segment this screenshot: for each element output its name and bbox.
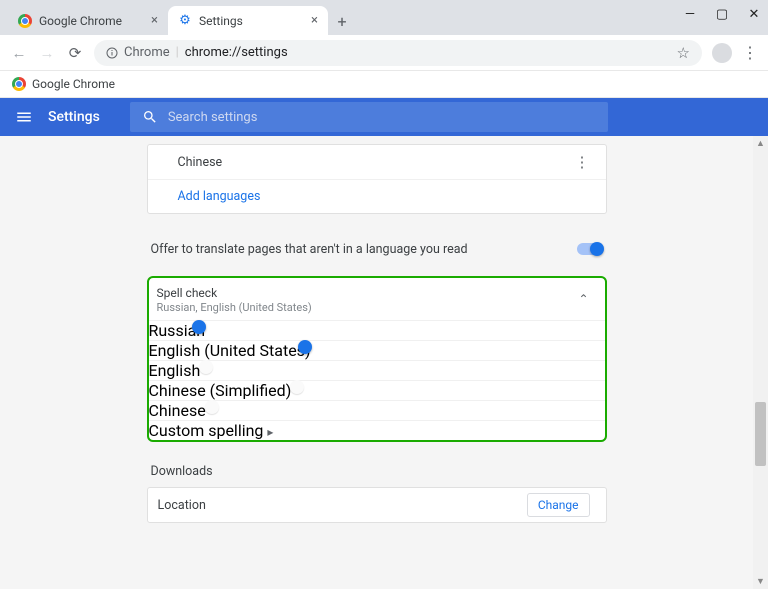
settings-page-title: Settings [48,109,100,125]
spell-label: English [149,361,201,380]
translate-offer-row: Offer to translate pages that aren't in … [147,232,607,266]
spell-row-chinese: Chinese [149,400,605,420]
spell-check-collapse-button[interactable]: ⌃ [578,286,588,306]
download-location-row: Location Change [147,487,607,523]
add-languages-label: Add languages [178,189,261,204]
spell-label: English (United States) [149,341,311,360]
spell-label: Chinese (Simplified) [149,381,292,400]
window-minimize-button[interactable]: — [684,8,696,20]
omnibox-separator: | [176,45,179,60]
spell-check-card: Spell check Russian, English (United Sta… [147,276,607,442]
scroll-up-arrow[interactable]: ▲ [753,136,768,151]
window-maximize-button[interactable]: ▢ [716,8,728,20]
forward-button: → [38,44,56,62]
back-button[interactable]: ← [10,44,28,62]
search-placeholder: Search settings [168,110,258,125]
bookmarks-bar: Google Chrome [0,71,768,98]
settings-content: Chinese ⋮ Add languages Offer to transla… [0,136,768,589]
browser-tab-strip: Google Chrome × ⚙ Settings × + [0,0,768,35]
language-row-chinese: Chinese ⋮ [148,145,606,179]
spell-row-english: English [149,360,605,380]
search-icon [142,109,158,125]
downloads-section-label: Downloads [147,460,607,487]
scrollbar-thumb[interactable] [755,402,766,466]
download-change-button[interactable]: Change [527,493,590,517]
tab-close-button[interactable]: × [311,13,318,28]
bookmark-item[interactable]: Google Chrome [32,77,115,91]
bookmark-star-icon[interactable]: ☆ [677,44,690,62]
spell-row-en-us: English (United States) [149,340,605,360]
custom-spelling-row[interactable]: Custom spelling ▸ [149,420,605,440]
new-tab-button[interactable]: + [328,7,356,35]
spell-row-chinese-simplified: Chinese (Simplified) [149,380,605,400]
language-label: Chinese [178,155,223,170]
languages-card: Chinese ⋮ Add languages [147,144,607,214]
chrome-favicon-icon [18,14,32,28]
download-location-label: Location [158,498,206,513]
spell-check-title: Spell check [157,286,579,300]
settings-menu-button[interactable] [0,108,48,126]
translate-offer-label: Offer to translate pages that aren't in … [151,242,468,257]
browser-menu-button[interactable]: ⋮ [742,43,758,62]
tab-close-button[interactable]: × [151,13,158,28]
settings-header: Settings Search settings [0,98,768,136]
settings-search-input[interactable]: Search settings [130,102,608,132]
language-options-button[interactable]: ⋮ [575,153,590,171]
vertical-scrollbar[interactable]: ▲ ▼ [753,136,768,589]
chevron-right-icon: ▸ [267,425,273,439]
spell-row-russian: Russian [149,320,605,340]
tab-title: Google Chrome [39,14,122,28]
address-bar[interactable]: Chrome | chrome://settings ☆ [94,40,702,66]
browser-tab-google-chrome[interactable]: Google Chrome × [8,6,168,35]
spell-check-subtitle: Russian, English (United States) [157,301,579,314]
translate-offer-toggle[interactable] [577,243,603,255]
chrome-favicon-icon [12,77,26,91]
scroll-down-arrow[interactable]: ▼ [753,574,768,589]
browser-tab-settings[interactable]: ⚙ Settings × [168,6,328,35]
omnibox-scheme: Chrome [124,45,170,60]
custom-spelling-label: Custom spelling [149,421,264,440]
add-languages-button[interactable]: Add languages [148,179,606,213]
toolbar: ← → ⟳ Chrome | chrome://settings ☆ ⋮ [0,35,768,71]
reload-button[interactable]: ⟳ [66,44,84,62]
site-info-icon[interactable] [106,47,118,59]
profile-avatar[interactable] [712,43,732,63]
tab-title: Settings [199,14,243,28]
settings-gear-icon: ⚙ [178,14,192,28]
omnibox-url: chrome://settings [185,45,288,60]
window-close-button[interactable]: ✕ [748,8,760,20]
spell-label: Chinese [149,401,206,420]
